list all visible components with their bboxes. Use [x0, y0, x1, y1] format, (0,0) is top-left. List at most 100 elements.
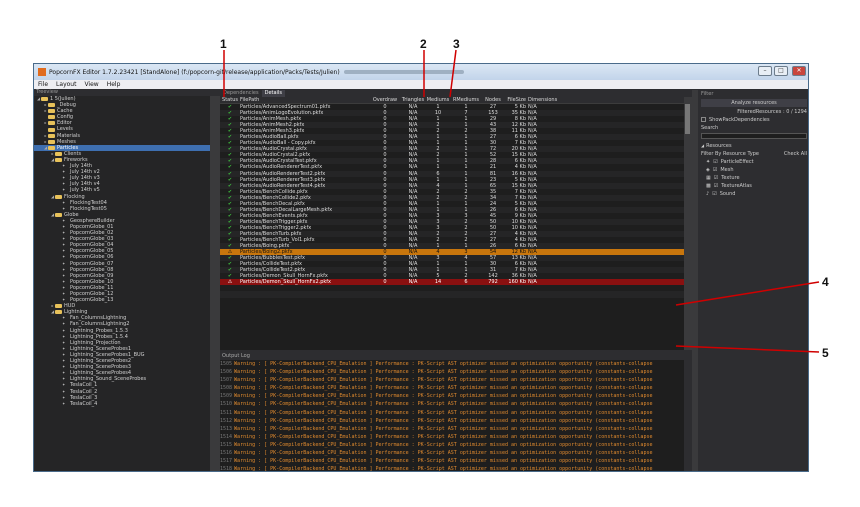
menu-item-file[interactable]: File: [38, 81, 48, 88]
cell-filepath: [240, 291, 370, 297]
log-line-text: Warning : [ PK-CompilerBackend_CPU_Emula…: [234, 369, 653, 376]
resource-type-row[interactable]: ◈ ☑ Mesh: [698, 166, 808, 174]
log-line: 1507 Warning : [ PK-CompilerBackend_CPU_E…: [220, 376, 684, 384]
screenshot-canvas: 1 2 3 4 5 PopcornFX Editor 1.7.2.23421 […: [0, 0, 860, 507]
folder-icon: [48, 115, 55, 120]
resource-checkbox[interactable]: ☑: [713, 159, 717, 165]
log-line-text: Warning : [ PK-CompilerBackend_CPU_Emula…: [234, 385, 653, 392]
annotation-1: 1: [220, 37, 227, 51]
resource-type-label: Mesh: [720, 167, 734, 173]
log-line: 1516 Warning : [ PK-CompilerBackend_CPU_E…: [220, 449, 684, 457]
title-bar[interactable]: PopcornFX Editor 1.7.2.23421 [StandAlone…: [34, 64, 808, 80]
folder-icon: [48, 145, 55, 150]
resource-type-row[interactable]: ♪ ☑ Sound: [698, 190, 808, 198]
log-line: 1517 Warning : [ PK-CompilerBackend_CPU_E…: [220, 457, 684, 465]
column-header-mediums[interactable]: Mediums: [426, 97, 450, 103]
annotation-5: 5: [822, 346, 829, 360]
cell-dimensions: [528, 291, 568, 297]
analyze-resources-button[interactable]: Analyze resources: [701, 99, 807, 107]
search-input[interactable]: [701, 133, 807, 139]
tree-item[interactable]: ✦ TeslaCoil_4: [34, 401, 210, 407]
resource-checkbox[interactable]: ☑: [714, 183, 718, 189]
column-header-filesize[interactable]: FileSize: [504, 97, 528, 103]
resource-type-icon: ♪: [706, 191, 710, 197]
resource-checkbox[interactable]: ☑: [712, 191, 716, 197]
show-pack-dependencies-toggle[interactable]: ShowPackDependencies: [698, 116, 808, 124]
status-cell: [220, 291, 240, 297]
filter-title: Filter: [701, 91, 714, 97]
log-line-text: Warning : [ PK-CompilerBackend_CPU_Emula…: [234, 401, 653, 408]
log-line-text: Warning : [ PK-CompilerBackend_CPU_Emula…: [234, 409, 653, 416]
log-line-number: 1511: [220, 409, 233, 416]
log-line-number: 1505: [220, 361, 233, 367]
resource-type-label: Sound: [719, 191, 736, 197]
column-header-status[interactable]: Status: [220, 97, 240, 103]
maximize-button[interactable]: □: [774, 66, 788, 76]
resources-label: Resources: [706, 143, 732, 149]
log-line-number: 1513: [220, 425, 233, 432]
grid-body: ✔ Particles/AdvancedSpectrum01.pkfx 0 N/A 1 1…: [220, 104, 684, 298]
resource-type-row[interactable]: ▦ ☑ Texture: [698, 174, 808, 182]
folder-icon: [55, 212, 62, 217]
annotation-4: 4: [822, 275, 829, 289]
cell-triangles: [400, 291, 426, 297]
cell-rmediums: [450, 291, 482, 297]
column-header-filepath[interactable]: FilePath: [240, 97, 370, 103]
log-line-number: 1508: [220, 385, 233, 392]
cell-filesize: [504, 291, 528, 297]
tab-dependencies[interactable]: Dependencies: [220, 90, 262, 97]
folder-icon: [41, 97, 48, 102]
log-line-number: 1518: [220, 466, 233, 472]
log-line-text: Warning : [ PK-CompilerBackend_CPU_Emula…: [234, 417, 653, 424]
column-header-overdraw[interactable]: Overdraw: [370, 97, 400, 103]
log-line-number: 1506: [220, 369, 233, 376]
menu-item-help[interactable]: Help: [107, 81, 121, 88]
menu-item-layout[interactable]: Layout: [56, 81, 76, 88]
column-header-nodes[interactable]: Nodes: [482, 97, 504, 103]
grid-header: Status FilePath Overdraw Triangles Mediums RM…: [220, 97, 684, 104]
resource-type-label: TextureAtlas: [721, 183, 752, 189]
column-header-triangles[interactable]: Triangles: [400, 97, 426, 103]
tab-details[interactable]: Details: [261, 90, 285, 97]
folder-icon: [55, 194, 62, 199]
resource-type-row[interactable]: ▩ ☑ TextureAtlas: [698, 182, 808, 190]
log-line-text: Warning : [ PK-CompilerBackend_CPU_Emula…: [234, 441, 653, 448]
resource-type-icon: ▦: [706, 175, 711, 181]
folder-icon: [55, 310, 62, 315]
log-line: 1505 Warning : [ PK-CompilerBackend_CPU_E…: [220, 360, 684, 368]
folder-icon: [55, 157, 62, 162]
log-line: 1518 Warning : [ PK-CompilerBackend_CPU_E…: [220, 465, 684, 472]
log-line-text: Warning : [ PK-CompilerBackend_CPU_Emula…: [234, 425, 653, 432]
folder-icon: [48, 127, 55, 132]
log-line: 1511 Warning : [ PK-CompilerBackend_CPU_E…: [220, 409, 684, 417]
check-all-checkbox[interactable]: Check All: [784, 150, 807, 158]
filter-by-type-row: Filter By Resource Type Check All: [698, 150, 808, 158]
log-line: 1513 Warning : [ PK-CompilerBackend_CPU_E…: [220, 425, 684, 433]
cell-mediums: [426, 291, 450, 297]
column-header-dimensions[interactable]: Dimensions: [528, 97, 568, 103]
folder-icon: [48, 139, 55, 144]
treeview-scrollbar[interactable]: [210, 96, 220, 471]
tree-item-label: PopcornGlobe_13: [70, 297, 114, 304]
resources-section[interactable]: ◢ Resources: [698, 142, 808, 150]
resource-type-row[interactable]: ✦ ☑ ParticleEffect: [698, 158, 808, 166]
folder-icon: [48, 103, 55, 108]
resource-checkbox[interactable]: ☑: [713, 167, 717, 173]
column-header-rmediums[interactable]: RMediums: [450, 97, 482, 103]
app-logo-icon: [38, 68, 46, 76]
grid-scroll-thumb[interactable]: [685, 104, 690, 134]
log-line-text: Warning : [ PK-CompilerBackend_CPU_Emula…: [234, 458, 653, 465]
tree-item-label: TeslaCoil_4: [70, 400, 98, 407]
checkbox-icon: [701, 117, 706, 122]
title-blur: [343, 70, 464, 74]
minimize-button[interactable]: –: [758, 66, 772, 76]
menu-item-view[interactable]: View: [84, 81, 98, 88]
grid-scrollbar[interactable]: [684, 97, 692, 350]
table-row[interactable]: [220, 291, 684, 298]
close-button[interactable]: ✕: [792, 66, 806, 76]
resource-checkbox[interactable]: ☑: [714, 175, 718, 181]
log-line-text: Warning : [ PK-CompilerBackend_CPU_Emula…: [234, 450, 653, 457]
details-grid: Status FilePath Overdraw Triangles Mediums RM…: [220, 97, 684, 350]
folder-icon: [48, 109, 55, 114]
annotation-3: 3: [453, 37, 460, 51]
